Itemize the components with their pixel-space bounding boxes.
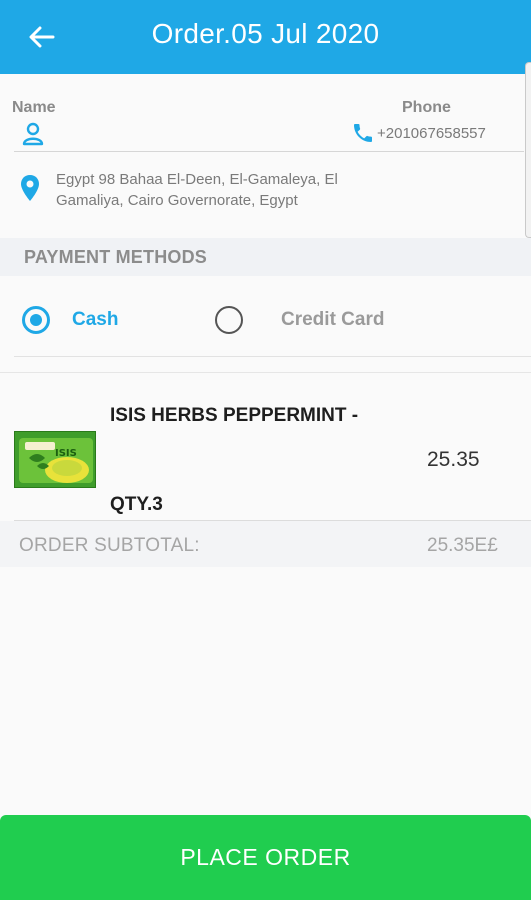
divider	[14, 356, 531, 357]
credit-card-option-label[interactable]: Credit Card	[281, 309, 384, 331]
page-title: Order.05 Jul 2020	[151, 18, 380, 49]
svg-text:ISIS: ISIS	[55, 448, 77, 459]
product-quantity: QTY.3	[110, 494, 163, 515]
credit-card-radio[interactable]	[215, 306, 243, 334]
location-pin-icon	[21, 175, 39, 201]
place-order-label: PLACE ORDER	[180, 844, 351, 870]
divider	[14, 151, 524, 152]
product-name: ISIS HERBS PEPPERMINT -	[110, 405, 359, 426]
product-price: 25.35	[427, 448, 480, 471]
place-order-button[interactable]: PLACE ORDER	[0, 815, 531, 900]
subtotal-value: 25.35E£	[427, 535, 498, 556]
name-label: Name	[12, 99, 56, 116]
payment-methods-title: PAYMENT METHODS	[24, 247, 208, 267]
product-image: ISIS	[14, 431, 96, 488]
scroll-indicator[interactable]	[525, 62, 531, 238]
delivery-address: Egypt 98 Bahaa El-Deen, El-Gamaleya, El …	[56, 171, 338, 209]
cash-radio[interactable]	[22, 306, 50, 334]
person-icon	[22, 122, 44, 146]
subtotal-label: ORDER SUBTOTAL:	[19, 535, 200, 556]
phone-label: Phone	[402, 99, 451, 116]
app-bar: Order.05 Jul 2020	[0, 0, 531, 74]
cash-option-label[interactable]: Cash	[72, 309, 118, 331]
phone-icon	[354, 124, 372, 142]
phone-value: +201067658557	[377, 125, 486, 142]
divider	[0, 372, 531, 373]
